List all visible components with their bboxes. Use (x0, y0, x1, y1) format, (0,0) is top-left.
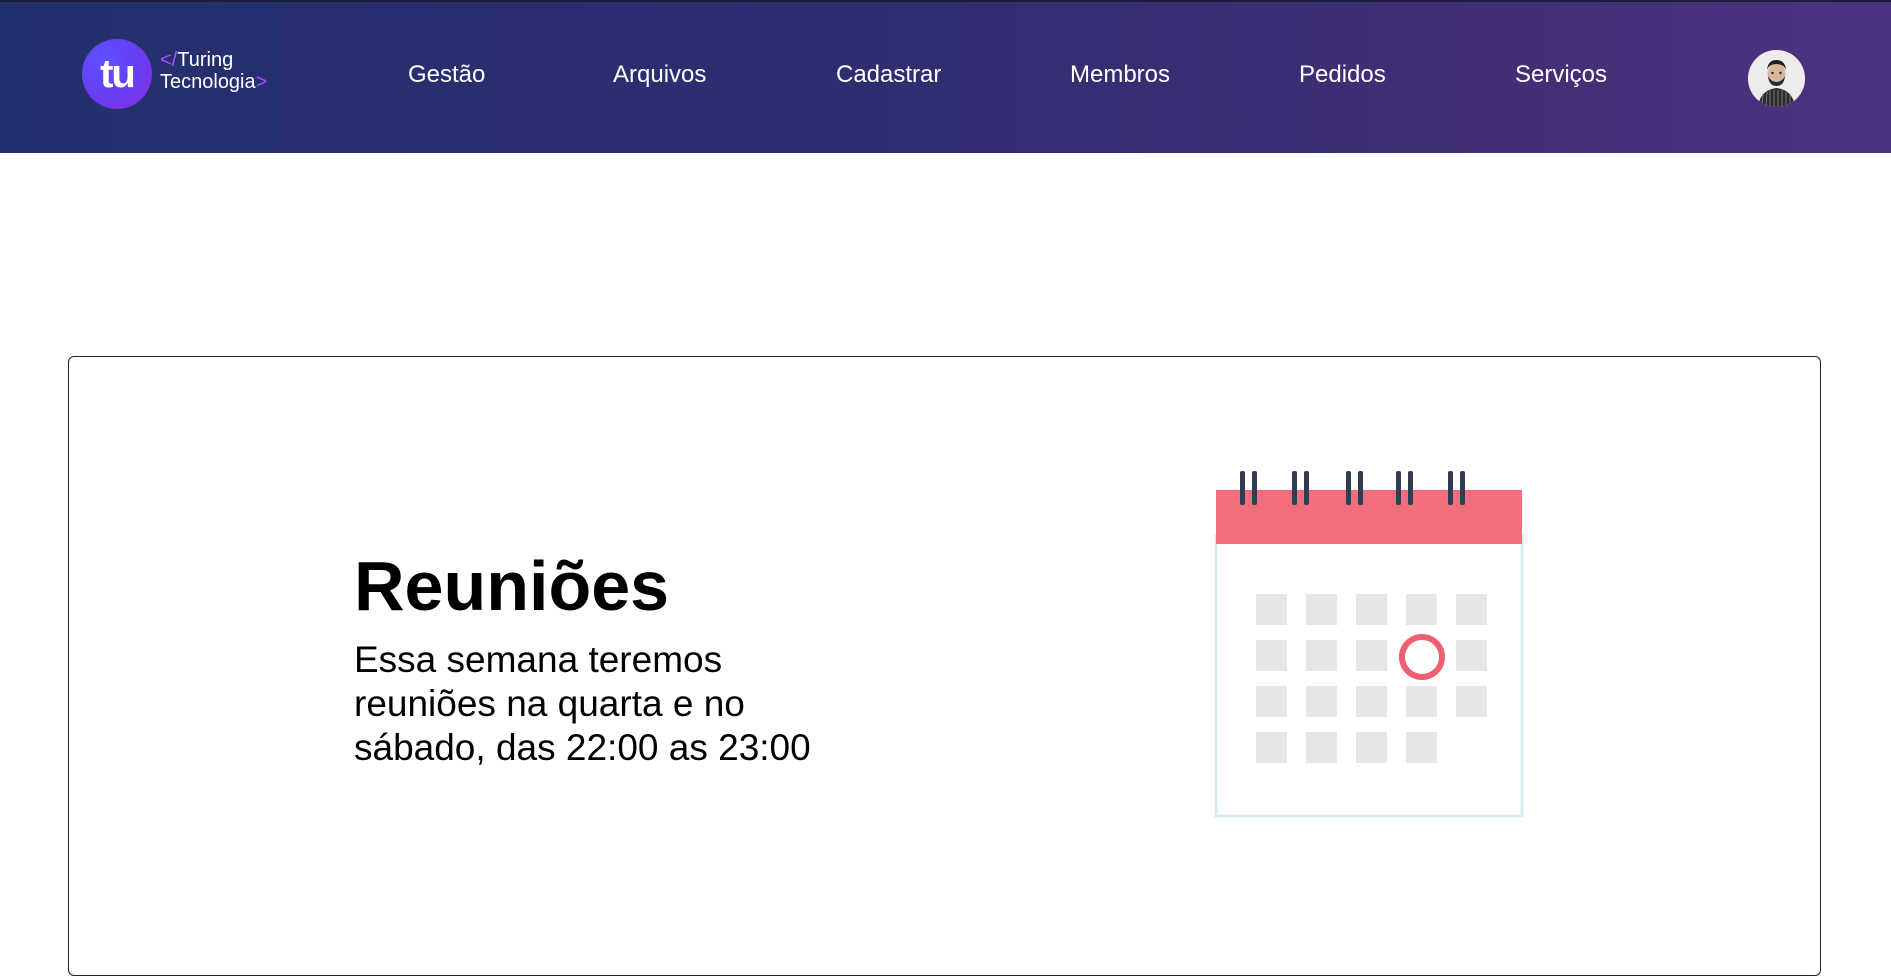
top-navigation-bar: tu </Turing Tecnologia> Gestão Arquivos … (0, 0, 1891, 153)
avatar-portrait-icon (1748, 50, 1805, 107)
card-title: Reuniões (354, 547, 670, 625)
calendar-illustration (1210, 466, 1530, 822)
card-description: Essa semana teremos reuniões na quarta e… (354, 639, 811, 768)
meetings-card (68, 356, 1821, 976)
calendar-icon (1214, 471, 1524, 818)
user-avatar[interactable] (1748, 50, 1805, 107)
nav-arquivos[interactable]: Arquivos (613, 60, 706, 90)
nav-gestao[interactable]: Gestão (408, 60, 485, 90)
nav-pedidos[interactable]: Pedidos (1299, 60, 1386, 90)
nav-servicos[interactable]: Serviços (1515, 60, 1607, 90)
nav-membros[interactable]: Membros (1070, 60, 1170, 90)
main-nav: Gestão Arquivos Cadastrar Membros Pedido… (0, 60, 1891, 90)
nav-cadastrar[interactable]: Cadastrar (836, 60, 941, 90)
